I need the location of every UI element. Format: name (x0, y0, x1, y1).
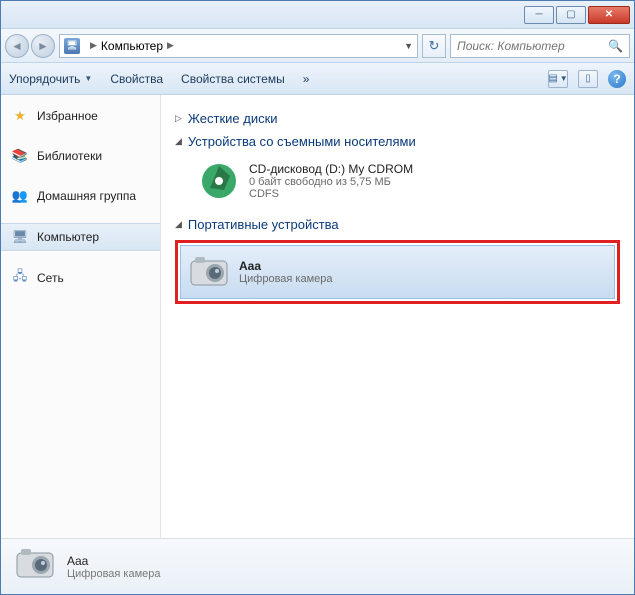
collapse-icon: ◢ (175, 136, 182, 147)
close-button[interactable]: ✕ (588, 6, 630, 24)
details-type: Цифровая камера (67, 568, 161, 580)
breadcrumb-sep-icon: ▶ (90, 40, 97, 51)
breadcrumb-location[interactable]: Компьютер (101, 39, 163, 53)
explorer-window: ─ ▢ ✕ ◄ ► 🖥 ▶ Компьютер ▶ ▼ ↻ 🔍 Упорядоч… (0, 0, 635, 595)
search-box[interactable]: 🔍 (450, 34, 630, 58)
minimize-button[interactable]: ─ (524, 6, 554, 24)
item-cdrom[interactable]: CD-дисковод (D:) My CDROM 0 байт свободн… (175, 157, 620, 211)
properties-label: Свойства (110, 72, 163, 86)
expand-icon: ▷ (175, 113, 182, 124)
dropdown-icon: ▼ (84, 74, 92, 83)
disc-icon (199, 161, 239, 201)
system-properties-button[interactable]: Свойства системы (181, 72, 285, 86)
nav-arrows: ◄ ► (5, 34, 55, 58)
dropdown-icon[interactable]: ▼ (404, 41, 413, 51)
group-title: Жесткие диски (188, 111, 278, 126)
sidebar-label: Компьютер (37, 230, 99, 244)
details-pane: Aaa Цифровая камера (1, 538, 634, 594)
group-title: Устройства со съемными носителями (188, 134, 416, 149)
sidebar-label: Библиотеки (37, 149, 102, 163)
sidebar-label: Домашняя группа (37, 189, 136, 203)
item-name: CD-дисковод (D:) My CDROM (249, 162, 413, 176)
item-name: Aaa (239, 259, 333, 273)
view-options-button[interactable]: ▤▼ (548, 70, 568, 88)
group-portable[interactable]: ◢ Портативные устройства (175, 217, 620, 232)
properties-button[interactable]: Свойства (110, 72, 163, 86)
address-bar[interactable]: 🖥 ▶ Компьютер ▶ ▼ (59, 34, 418, 58)
star-icon: ★ (11, 108, 29, 124)
sidebar-label: Избранное (37, 109, 98, 123)
sidebar-homegroup[interactable]: 👥 Домашняя группа (1, 183, 160, 209)
organize-menu[interactable]: Упорядочить ▼ (9, 72, 92, 86)
maximize-button[interactable]: ▢ (556, 6, 586, 24)
computer-icon: 🖥 (64, 38, 80, 54)
search-input[interactable] (457, 39, 604, 53)
body: ★ Избранное 📚 Библиотеки 👥 Домашняя груп… (1, 95, 634, 538)
organize-label: Упорядочить (9, 72, 80, 86)
details-text: Aaa Цифровая камера (67, 554, 161, 580)
toolbar: Упорядочить ▼ Свойства Свойства системы … (1, 63, 634, 95)
group-removable[interactable]: ◢ Устройства со съемными носителями (175, 134, 620, 149)
sidebar: ★ Избранное 📚 Библиотеки 👥 Домашняя груп… (1, 95, 161, 538)
sidebar-favorites[interactable]: ★ Избранное (1, 103, 160, 129)
back-button[interactable]: ◄ (5, 34, 29, 58)
search-icon: 🔍 (608, 39, 623, 53)
item-filesystem: CDFS (249, 188, 413, 200)
content-pane: ▷ Жесткие диски ◢ Устройства со съемными… (161, 95, 634, 538)
item-text: Aaa Цифровая камера (239, 259, 333, 285)
sidebar-computer[interactable]: 🖥 Компьютер (1, 223, 160, 251)
item-camera[interactable]: Aaa Цифровая камера (180, 245, 615, 299)
group-title: Портативные устройства (188, 217, 339, 232)
sidebar-libraries[interactable]: 📚 Библиотеки (1, 143, 160, 169)
details-name: Aaa (67, 554, 161, 568)
computer-icon: 🖥 (11, 229, 29, 245)
collapse-icon: ◢ (175, 219, 182, 230)
camera-icon (189, 252, 229, 292)
item-free-space: 0 байт свободно из 5,75 МБ (249, 176, 413, 188)
toolbar-overflow[interactable]: » (303, 72, 310, 86)
breadcrumb-sep-icon: ▶ (167, 40, 174, 51)
network-icon: 🖧 (11, 270, 29, 286)
libraries-icon: 📚 (11, 148, 29, 164)
sidebar-network[interactable]: 🖧 Сеть (1, 265, 160, 291)
group-hard-drives[interactable]: ▷ Жесткие диски (175, 111, 620, 126)
titlebar: ─ ▢ ✕ (1, 1, 634, 29)
camera-icon (15, 547, 55, 587)
sidebar-label: Сеть (37, 271, 64, 285)
overflow-label: » (303, 72, 310, 86)
forward-button[interactable]: ► (31, 34, 55, 58)
highlight-annotation: Aaa Цифровая камера (175, 240, 620, 304)
item-type: Цифровая камера (239, 273, 333, 285)
system-properties-label: Свойства системы (181, 72, 285, 86)
preview-pane-button[interactable]: ▯ (578, 70, 598, 88)
homegroup-icon: 👥 (11, 188, 29, 204)
refresh-button[interactable]: ↻ (422, 34, 446, 58)
item-text: CD-дисковод (D:) My CDROM 0 байт свободн… (249, 162, 413, 200)
help-button[interactable]: ? (608, 70, 626, 88)
navbar: ◄ ► 🖥 ▶ Компьютер ▶ ▼ ↻ 🔍 (1, 29, 634, 63)
